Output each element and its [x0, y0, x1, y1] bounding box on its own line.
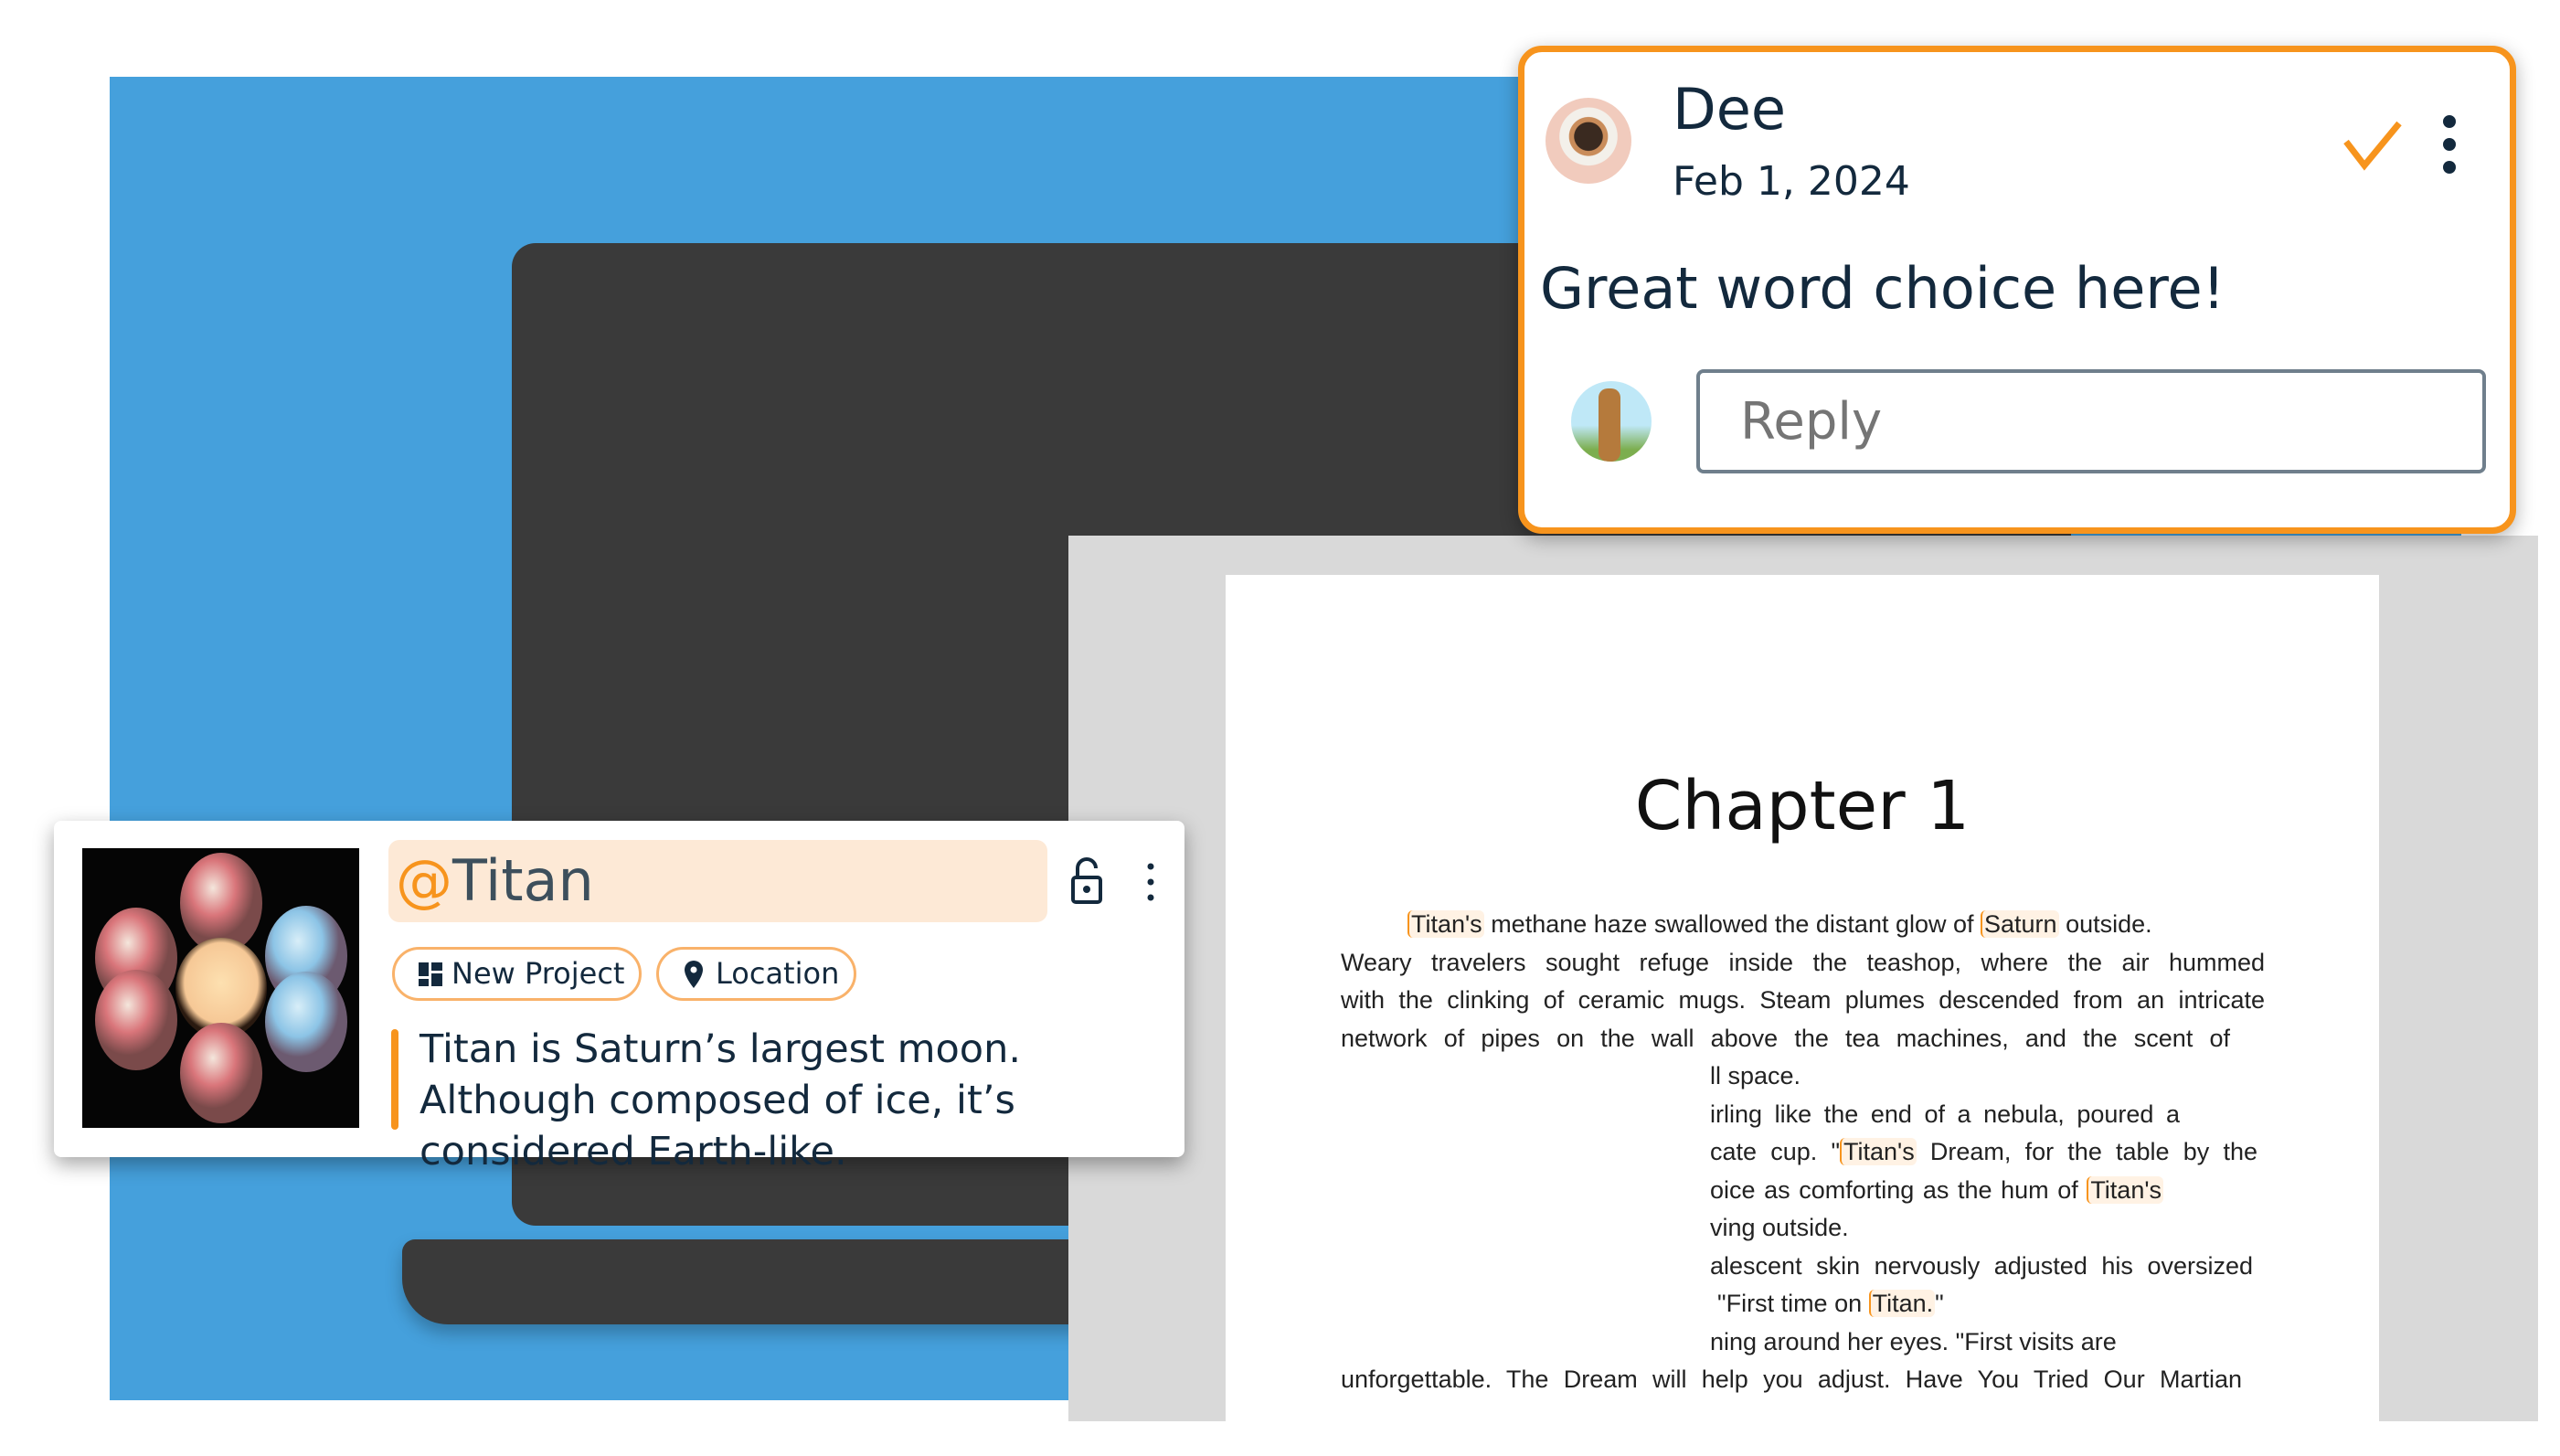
entity-mention[interactable]: Titan's: [1840, 1138, 1917, 1165]
titan-image: [82, 848, 359, 1128]
text-run: ving outside.: [1710, 1214, 1849, 1241]
comment-author: Dee: [1673, 76, 1787, 143]
document-line: ving outside.: [1710, 1209, 1849, 1247]
reply-input[interactable]: [1696, 369, 2486, 473]
description-accent-bar: [391, 1029, 398, 1130]
document-line: with the clinking of ceramic mugs. Steam…: [1341, 982, 2265, 1019]
document-line: Weary travelers sought refuge inside the…: [1341, 944, 2265, 982]
entity-mention[interactable]: Titan's: [1407, 910, 1484, 938]
laptop-screen: Chapter 1 Titan's methane haze swallowed…: [1068, 536, 2538, 1421]
more-vertical-icon[interactable]: [1144, 861, 1157, 903]
entity-mention[interactable]: Titan's: [2087, 1175, 2163, 1204]
text-run: oice as comforting as the hum of: [1710, 1175, 2087, 1204]
more-vertical-icon[interactable]: [2438, 112, 2460, 176]
comment-text: Great word choice here!: [1540, 255, 2225, 322]
entity-mention[interactable]: Titan.: [1868, 1290, 1936, 1317]
tag-label: Location: [716, 956, 840, 991]
entity-name-field[interactable]: @Titan: [388, 840, 1047, 922]
tag-location[interactable]: Location: [656, 947, 857, 1001]
check-icon[interactable]: [2341, 118, 2405, 173]
entity-description: Titan is Saturn’s largest moon. Although…: [420, 1026, 1022, 1174]
mention-at: @: [396, 847, 452, 914]
text-run: network of pipes on the wall above the t…: [1341, 1024, 2230, 1052]
user-avatar: [1571, 381, 1652, 462]
document-line: Titan's methane haze swallowed the dista…: [1407, 906, 2152, 943]
document-line: "First time on Titan.": [1717, 1285, 1944, 1323]
text-run: irling like the end of a nebula, poured …: [1710, 1100, 2180, 1128]
grid-icon: [419, 962, 442, 986]
text-run: "First time on: [1717, 1290, 1869, 1317]
document-line: network of pipes on the wall above the t…: [1341, 1020, 2230, 1057]
text-run: outside.: [2058, 910, 2152, 938]
document-line: ll space.: [1710, 1057, 1800, 1095]
tag-label: New Project: [451, 956, 625, 991]
chapter-title: Chapter 1: [1634, 767, 1970, 845]
text-run: ll space.: [1710, 1062, 1801, 1089]
entity-name: Titan: [452, 847, 594, 914]
document-page: Chapter 1 Titan's methane haze swallowed…: [1226, 575, 2379, 1421]
text-run: Weary travelers sought refuge inside the…: [1341, 948, 2265, 976]
text-run: unforgettable. The Dream will help you a…: [1341, 1366, 2242, 1393]
entity-card: @Titan New Project Location Titan is Sat…: [54, 821, 1184, 1174]
document-line: cate cup. " Titan's Dream, for the table …: [1710, 1133, 2257, 1171]
document-line: irling like the end of a nebula, poured …: [1710, 1096, 2180, 1133]
document-line: ning around her eyes. "First visits are: [1710, 1323, 2117, 1361]
document-line: oice as comforting as the hum of Titan's: [1710, 1172, 2163, 1209]
entity-mention[interactable]: Saturn: [1981, 910, 2059, 938]
dee-avatar: [1546, 98, 1631, 184]
document-line: alescent skin nervously adjusted his ove…: [1710, 1248, 2253, 1285]
map-pin-icon: [685, 961, 703, 988]
comment-card: Dee Feb 1, 2024 Great word choice here!: [1518, 46, 2516, 534]
comment-date: Feb 1, 2024: [1673, 158, 1910, 205]
text-run: ": [1935, 1290, 1944, 1317]
text-run: with the clinking of ceramic mugs. Steam…: [1341, 986, 2265, 1014]
text-run: cate cup. ": [1710, 1138, 1841, 1165]
text-run: Dream, for the table by the: [1916, 1138, 2257, 1165]
document-line: unforgettable. The Dream will help you a…: [1341, 1361, 2242, 1398]
text-run: methane haze swallowed the distant glow …: [1483, 910, 1981, 938]
unlock-icon[interactable]: [1070, 857, 1103, 905]
tag-new-project[interactable]: New Project: [392, 947, 643, 1001]
text-run: ning around her eyes. "First visits are: [1710, 1327, 2117, 1355]
text-run: alescent skin nervously adjusted his ove…: [1710, 1251, 2253, 1280]
